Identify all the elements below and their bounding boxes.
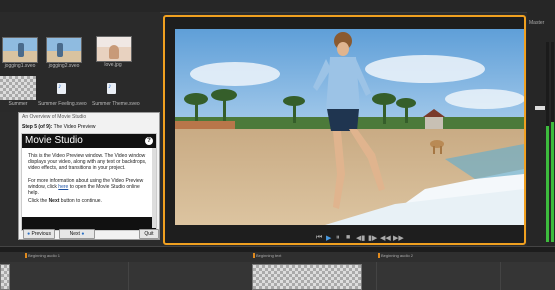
dialog-paragraph: Click the Next button to continue. <box>28 198 148 204</box>
previous-label: Previous <box>31 231 51 237</box>
pause-icon[interactable]: ⏸ <box>336 234 340 242</box>
media-thumb-love[interactable] <box>96 36 132 62</box>
prev-frame-icon[interactable]: ◀▮ <box>356 234 365 242</box>
dialog-paragraph: For more information about using the Vid… <box>28 178 148 196</box>
step-name: The Video Preview <box>53 124 96 130</box>
media-caption: Summer Feeling.sveo <box>38 101 87 107</box>
help-icon[interactable]: ? <box>145 137 153 145</box>
rewind-icon[interactable]: ⏮ <box>316 234 322 242</box>
timeline-marker[interactable]: Beginning audio 1 <box>24 253 60 258</box>
timeline-marker[interactable]: Beginning text <box>252 253 281 258</box>
media-caption: love.jpg <box>104 62 122 68</box>
paragraph-bold: Next <box>48 198 60 204</box>
timeline-track[interactable] <box>0 262 555 290</box>
media-bin: jogging1.sveo jogging2.sveo love.jpg Sum… <box>0 12 160 112</box>
paragraph-text: button to continue. <box>59 198 102 204</box>
next-button[interactable]: Next ● <box>59 229 95 239</box>
preview-image <box>175 29 524 225</box>
media-caption: Summer Theme.sveo <box>92 101 140 107</box>
audio-file-icon[interactable] <box>57 83 66 94</box>
master-fader[interactable] <box>535 106 545 110</box>
previous-button[interactable]: ● Previous <box>23 229 55 239</box>
media-thumb-jogging1[interactable] <box>2 37 38 63</box>
dialog-title: An Overview of Movie Studio <box>22 114 87 120</box>
media-caption: jogging1.sveo <box>4 63 36 69</box>
grid-line <box>376 262 377 290</box>
overview-dialog: An Overview of Movie Studio Step 5 (of 9… <box>18 112 160 240</box>
loop-icon[interactable]: ◀◀ <box>380 234 391 242</box>
stop-icon[interactable]: ■ <box>346 234 350 241</box>
media-thumb-summer[interactable] <box>0 76 36 100</box>
video-frame <box>175 29 524 225</box>
dialog-paragraph: This is the Video Preview window. The Vi… <box>28 153 147 171</box>
timeline-marker[interactable]: Beginning audio 2 <box>377 253 413 258</box>
master-mixer: Master <box>527 12 555 246</box>
dialog-scrollbar[interactable] <box>152 148 156 228</box>
dialog-step: Step 5 (of 9): The Video Preview <box>22 124 95 130</box>
media-thumb-jogging2[interactable] <box>46 37 82 63</box>
meter-left <box>546 42 549 242</box>
audio-file-icon[interactable] <box>107 83 116 94</box>
grid-line <box>128 262 129 290</box>
chevron-right-icon: ● <box>81 231 85 237</box>
master-label: Master <box>529 20 545 26</box>
timeline-clip[interactable] <box>252 264 362 290</box>
play-icon[interactable]: ▶ <box>326 234 331 242</box>
dialog-heading: Movie Studio <box>22 134 156 148</box>
next-frame-icon[interactable]: ▮▶ <box>368 234 377 242</box>
help-link[interactable]: here <box>58 184 68 190</box>
paragraph-text: Click the <box>28 198 49 204</box>
marker-bar: Beginning audio 1 Beginning text Beginni… <box>0 252 555 262</box>
transport-bar: ⏮ ▶ ⏸ ■ ◀▮ ▮▶ ◀◀ ▶▶ <box>165 231 524 245</box>
media-caption: Summer <box>8 101 28 107</box>
chevron-left-icon: ● <box>27 231 31 237</box>
media-caption: jogging2.sveo <box>48 63 80 69</box>
end-icon[interactable]: ▶▶ <box>393 234 404 242</box>
video-preview-window: ⏮ ▶ ⏸ ■ ◀▮ ▮▶ ◀◀ ▶▶ <box>163 15 526 245</box>
timeline-clip[interactable] <box>0 264 10 290</box>
quit-button[interactable]: Quit <box>139 229 159 239</box>
step-number: Step 5 (of 9): <box>22 124 53 130</box>
dialog-body: Movie Studio ? This is the Video Preview… <box>21 133 157 231</box>
meter-right <box>551 42 554 242</box>
next-label: Next <box>69 231 80 237</box>
grid-line <box>500 262 501 290</box>
